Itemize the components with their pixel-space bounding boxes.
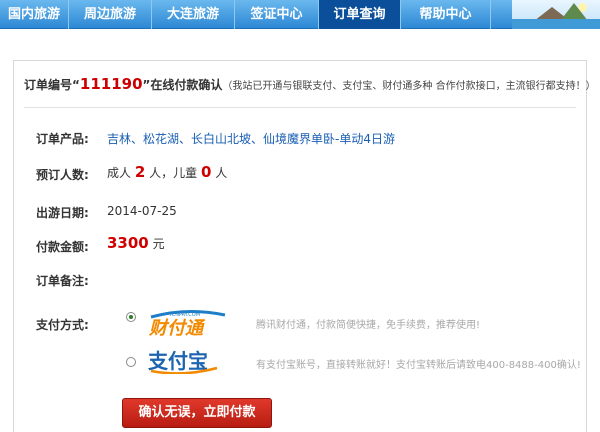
nav-item-domestic[interactable]: 国内旅游: [0, 0, 69, 29]
child-count: 0: [200, 163, 212, 181]
product-label: 订单产品:: [36, 132, 89, 146]
nav-item-help[interactable]: 帮助中心: [401, 0, 491, 29]
amount-unit: 元: [152, 237, 165, 251]
order-number: 111190: [79, 75, 143, 93]
tenpay-name-text: 财付通: [148, 318, 206, 337]
payment-support-note: （我站已开通与银联支付、支付宝、财付通多种 合作付款接口，主流银行都支持！）: [222, 81, 596, 92]
product-link[interactable]: 吉林、松花湖、长白山北坡、仙境魔界单卧-单动4日游: [107, 130, 395, 147]
people-label: 预订人数:: [36, 168, 89, 182]
adult-text: 成人: [107, 166, 132, 180]
payment-label: 支付方式:: [36, 318, 89, 332]
adult-count: 2: [134, 163, 146, 181]
date-value: 2014-07-25: [107, 204, 177, 218]
amount-value: 3300 元: [107, 234, 165, 252]
tenpay-logo-graphic: TENPAY.COM 财付通: [148, 309, 226, 339]
nav-item-nearby[interactable]: 周边旅游: [69, 0, 152, 29]
alipay-logo-graphic: 支付宝: [148, 349, 218, 375]
order-title-suffix: ”在线付款确认: [142, 78, 223, 92]
alipay-hint: 有支付宝账号，直接转账就好！支付宝转账后请致电400-8488-400确认!: [256, 360, 581, 371]
amount-number: 3300: [107, 234, 149, 252]
banner-image: [512, 0, 600, 29]
date-label: 出游日期:: [36, 206, 89, 220]
divider: [24, 107, 576, 108]
tenpay-radio[interactable]: [126, 312, 136, 322]
amount-label: 付款金额:: [36, 240, 89, 254]
main-nav: 国内旅游 周边旅游 大连旅游 签证中心 订单查询 帮助中心: [0, 0, 491, 29]
nav-item-dalian[interactable]: 大连旅游: [152, 0, 235, 29]
nav-item-visa[interactable]: 签证中心: [235, 0, 319, 29]
nav-item-order-query[interactable]: 订单查询: [319, 0, 401, 29]
order-title: 订单编号“111190”在线付款确认（我站已开通与银联支付、支付宝、财付通多种 …: [24, 75, 596, 93]
tenpay-logo[interactable]: TENPAY.COM 财付通: [147, 307, 229, 339]
alipay-logo[interactable]: 支付宝: [147, 346, 222, 375]
tenpay-hint: 腾讯财付通，付款简便快捷，免手续费，推荐使用!: [256, 320, 481, 331]
people-value: 成人 2 人，儿童 0 人: [107, 163, 227, 181]
order-confirm-panel: 订单编号“111190”在线付款确认（我站已开通与银联支付、支付宝、财付通多种 …: [13, 60, 596, 432]
alipay-name-text: 支付宝: [148, 349, 208, 373]
confirm-pay-button[interactable]: 确认无误，立即付款: [122, 398, 272, 428]
alipay-radio[interactable]: [126, 357, 136, 367]
child-unit: 人: [215, 166, 228, 180]
adult-unit: 人，儿童: [149, 166, 198, 180]
remark-label: 订单备注:: [36, 274, 89, 288]
top-nav-bar: 国内旅游 周边旅游 大连旅游 签证中心 订单查询 帮助中心: [0, 0, 600, 29]
order-title-prefix: 订单编号“: [24, 78, 80, 92]
